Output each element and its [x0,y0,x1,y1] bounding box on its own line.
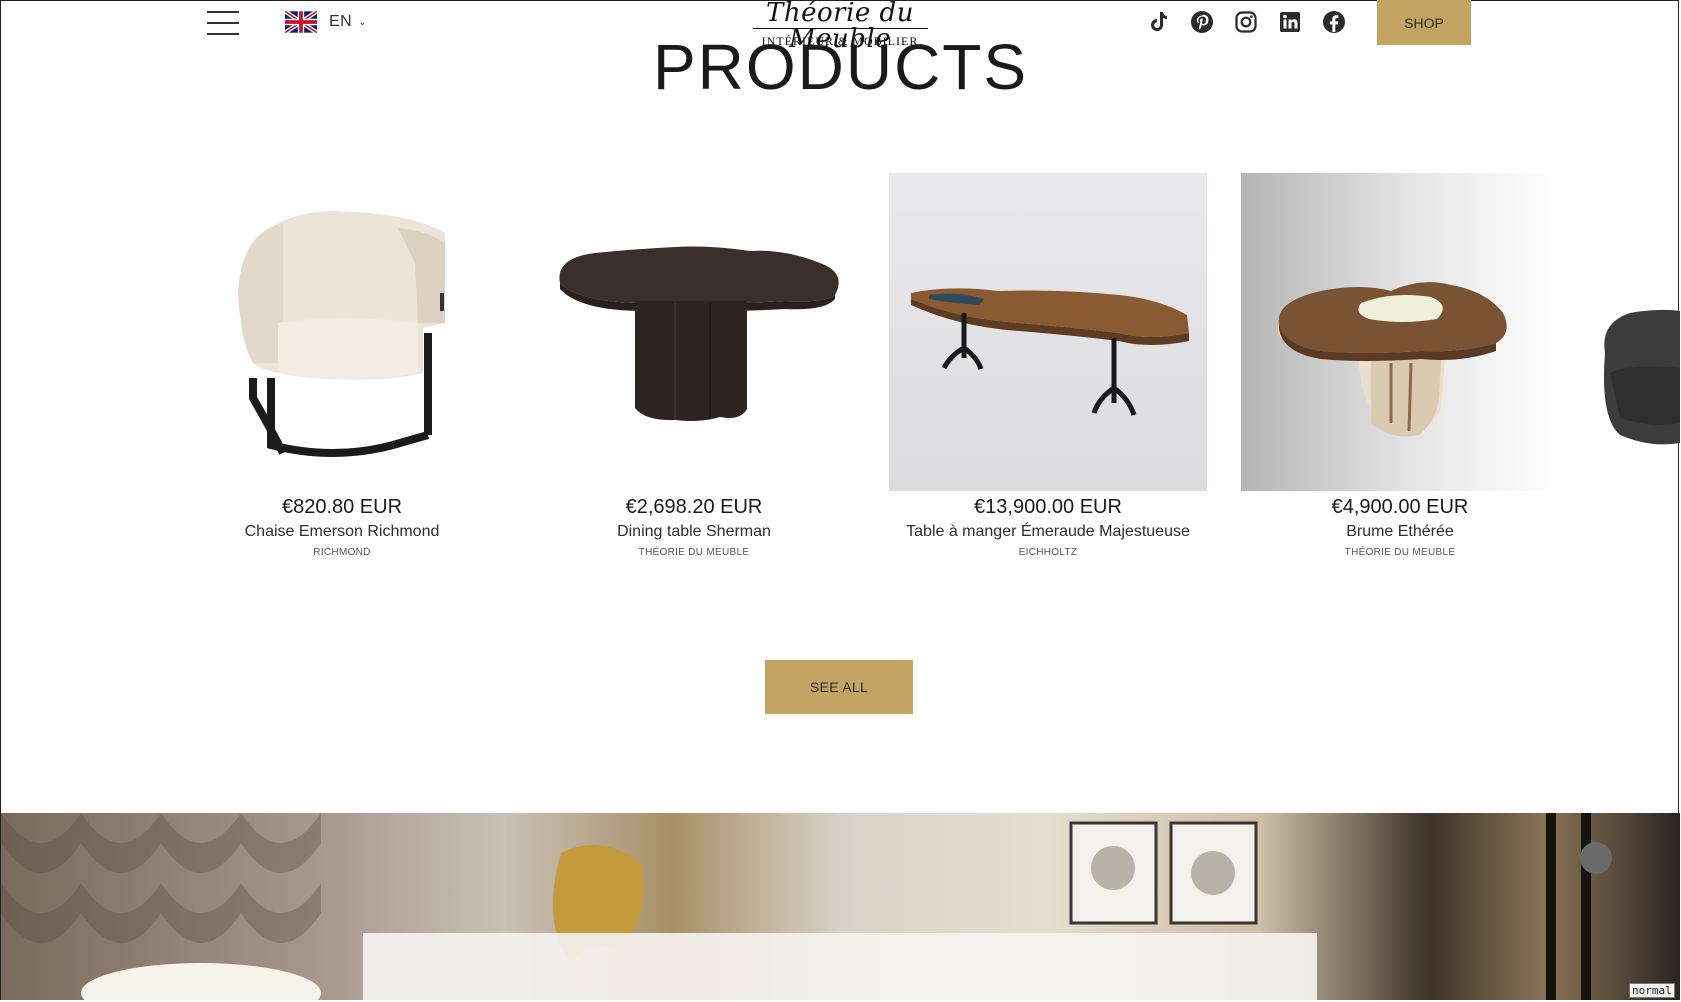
section-title: PRODUCTS [652,31,1029,103]
product-card[interactable]: €4,900.00 EUR Brume Ethérée THÉORIE DU M… [1241,173,1559,561]
product-brand: THÉORIE DU MEUBLE [1344,547,1456,558]
product-brand: RICHMOND [313,547,371,558]
product-name[interactable]: Table à manger Émeraude Majestueuse [889,521,1207,543]
product-image-partial-sofa[interactable] [1590,173,1680,491]
product-price: €4,900.00 EUR [1331,496,1469,518]
see-all-button[interactable]: SEE ALL [765,660,913,714]
chevron-down-icon: ⌄ [358,16,367,28]
product-image-resin-table[interactable] [1241,173,1559,491]
product-image-emerald-table[interactable] [889,173,1207,491]
product-image-armchair[interactable] [183,173,501,491]
product-brand: EICHHOLTZ [1018,547,1078,558]
product-name[interactable]: Dining table Sherman [535,521,853,543]
banner-text-panel [363,933,1317,1000]
product-name[interactable]: Brume Ethérée [1241,521,1559,543]
product-price: €13,900.00 EUR [974,496,1122,518]
language-code: EN [329,13,353,30]
product-card[interactable]: €13,900.00 EUR Table à manger Émeraude M… [889,173,1207,561]
product-card[interactable]: €2,698.20 EUR Dining table Sherman THÉOR… [535,173,853,561]
product-price: €820.80 EUR [281,496,403,518]
product-image-dining-table[interactable] [535,173,853,491]
logo-rule [753,28,928,29]
lifestyle-banner [1,813,1680,1000]
product-brand: THÉORIE DU MEUBLE [638,547,750,558]
status-tag: normal [1629,983,1675,998]
product-price: €2,698.20 EUR [625,496,763,518]
product-card[interactable]: €820.80 EUR Chaise Emerson Richmond RICH… [183,173,501,561]
product-name[interactable]: Chaise Emerson Richmond [183,521,501,543]
